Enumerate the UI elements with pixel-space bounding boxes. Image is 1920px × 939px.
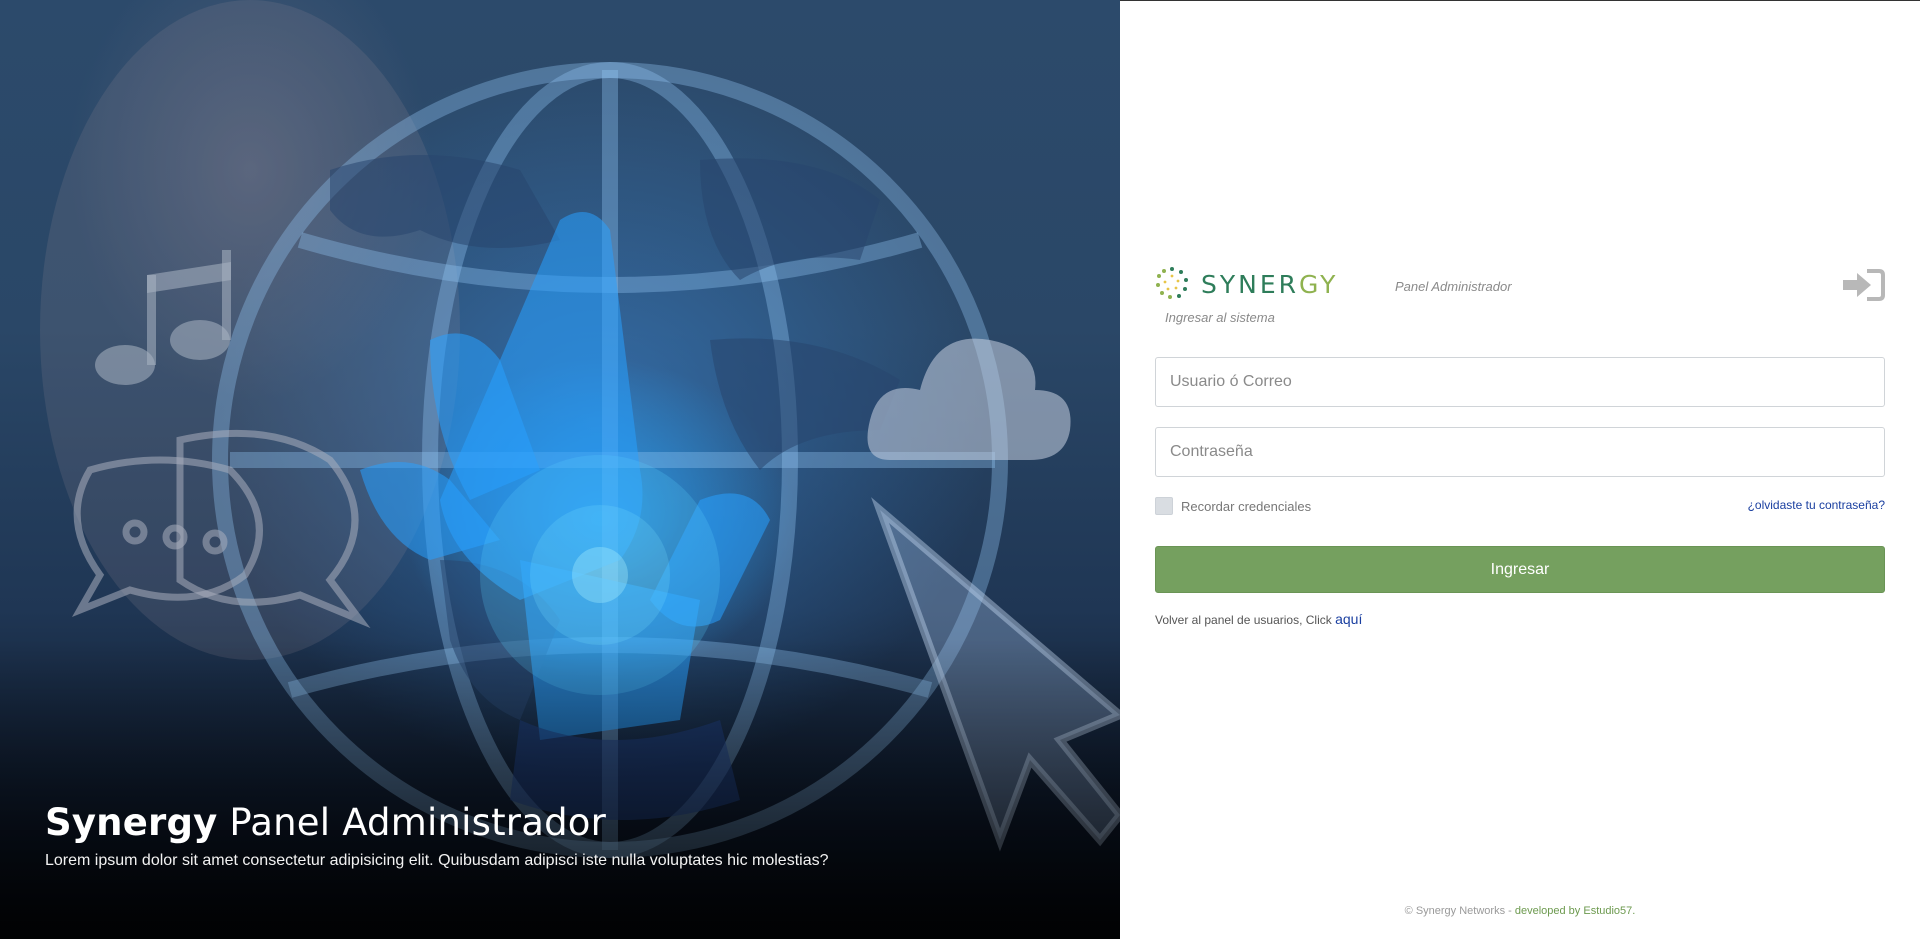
footer-developed-by: developed by Estudio57.: [1514, 905, 1636, 917]
login-button[interactable]: Ingresar: [1155, 546, 1885, 593]
hero-title: Synergy Panel Administrador: [45, 800, 828, 846]
remember-credentials[interactable]: Recordar credenciales: [1155, 496, 1311, 516]
forgot-password-link[interactable]: ¿olvidaste tu contraseña?: [1748, 498, 1885, 512]
back-to-users-line: Volver al panel de usuarios, Click aquí: [1155, 611, 1362, 627]
hero-title-bold: Synergy: [45, 801, 218, 844]
password-input[interactable]: [1155, 427, 1885, 477]
brand-name-end: GY: [1299, 270, 1339, 299]
username-input[interactable]: [1155, 357, 1885, 407]
remember-label: Recordar credenciales: [1181, 498, 1312, 514]
login-panel: SYNERGY Panel Administrador Ingresar al …: [1120, 0, 1920, 939]
remember-checkbox[interactable]: [1155, 497, 1173, 515]
hero-panel: Synergy Panel Administrador Lorem ipsum …: [0, 0, 1120, 939]
back-text: Volver al panel de usuarios, Click: [1155, 613, 1332, 627]
brand-name-start: SYNER: [1201, 270, 1300, 299]
login-subtitle: Ingresar al sistema: [1165, 310, 1275, 325]
brand-panel-label: Panel Administrador: [1395, 279, 1512, 294]
back-link[interactable]: aquí: [1335, 611, 1362, 627]
brand-name: SYNERGY: [1201, 270, 1338, 299]
synergy-logo-icon: [1156, 267, 1188, 299]
footer-copyright: © Synergy Networks -: [1404, 905, 1512, 917]
hero-description: Lorem ipsum dolor sit amet consectetur a…: [45, 852, 829, 869]
sign-in-icon[interactable]: [1841, 268, 1885, 302]
hero-title-light: Panel Administrador: [229, 801, 607, 844]
footer: © Synergy Networks - developed by Estudi…: [1120, 905, 1920, 917]
brand-header: SYNERGY Panel Administrador: [1155, 264, 1885, 304]
hero-caption: Synergy Panel Administrador Lorem ipsum …: [45, 800, 828, 870]
hero-bottom-shade: [0, 639, 1120, 939]
